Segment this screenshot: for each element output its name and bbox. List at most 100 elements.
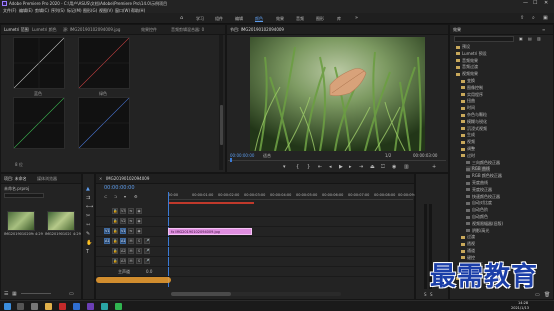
tab-media-browser[interactable]: 媒体浏览器 (37, 176, 57, 182)
extract-icon[interactable]: ⏍ (381, 164, 385, 170)
effects-tree-item[interactable]: 亮度校正器 (466, 187, 492, 193)
timeline-scroll-thumb[interactable] (171, 292, 231, 296)
tab-sequence[interactable]: IMG20190102094009 (106, 176, 149, 181)
fit-dropdown[interactable]: 适合 (263, 153, 271, 159)
effects-tree-item[interactable]: 快速颜色校正器 (466, 194, 500, 200)
mark-in-icon[interactable]: { (296, 164, 299, 170)
effects-tree-item[interactable]: Lumetri 预设 (456, 51, 487, 57)
effects-tree-item[interactable]: 视频 (461, 139, 475, 145)
mute-icon[interactable]: M (128, 238, 134, 244)
hand-tool-icon[interactable]: ✋ (86, 240, 92, 246)
effects-tree-item[interactable]: 阴影/高光 (466, 228, 489, 234)
slip-tool-icon[interactable]: ⇿ (86, 222, 90, 228)
task-view-icon[interactable] (31, 303, 38, 310)
share-icon[interactable]: ⇪ (520, 15, 524, 21)
effects-tree-item[interactable]: 杂色与颗粒 (461, 112, 487, 118)
track-lock-icon[interactable]: 🔒 (112, 208, 118, 214)
timeline-ruler[interactable]: 00:00 00:00:01:00 00:00:02:00 00:00:03:0… (168, 192, 419, 200)
mute-icon[interactable]: M (128, 258, 134, 264)
effects-tree-item[interactable]: 视频限幅器(旧版) (466, 221, 503, 227)
track-lock-icon[interactable]: 🔒 (112, 258, 118, 264)
effects-tree-item[interactable]: 过渡 (461, 234, 475, 240)
effects-tree-item[interactable]: 自动色阶 (466, 207, 488, 213)
ripple-edit-tool-icon[interactable]: ⟷ (86, 204, 93, 210)
workspace-color[interactable]: 颜色 (255, 16, 263, 22)
yuv-effects-icon[interactable]: ▥ (537, 36, 541, 41)
pen-tool-icon[interactable]: ✎ (86, 231, 90, 237)
voiceover-icon[interactable]: 🎤 (144, 248, 150, 254)
tab-program[interactable]: 节目: IMG20190102094009 (230, 27, 284, 33)
tab-lumetri-scopes[interactable]: Lumetri 范围 (4, 27, 29, 33)
effects-tree-item[interactable]: 图像控制 (461, 85, 483, 91)
voiceover-icon[interactable]: 🎤 (144, 238, 150, 244)
tab-effects[interactable]: 效果 (453, 27, 461, 33)
app-green-icon[interactable] (115, 303, 122, 310)
maximize-button[interactable]: ☐ (533, 0, 537, 6)
button-editor-icon[interactable]: + (432, 164, 436, 170)
new-bin-icon[interactable]: ▭ (535, 292, 540, 298)
toggle-output-icon[interactable]: ◉ (136, 218, 142, 224)
effects-tree-item[interactable]: 生成 (461, 132, 475, 138)
timeline-timecode[interactable]: 00:00:00:00 (104, 185, 135, 191)
mute-icon[interactable]: M (128, 248, 134, 254)
workspace-audio[interactable]: 音频 (296, 16, 304, 22)
effects-tree-item[interactable]: RGB 颜色校正器 (466, 173, 502, 179)
home-icon[interactable]: ⌂ (180, 15, 183, 21)
project-item-thumbnail[interactable] (7, 211, 35, 231)
sync-lock-icon[interactable]: ⇋ (128, 208, 134, 214)
app-blue-icon[interactable] (73, 303, 80, 310)
new-item-icon[interactable]: ▭ (69, 291, 74, 297)
effects-tree-item[interactable]: 实用程序 (461, 92, 483, 98)
effects-tree-item[interactable]: 调整 (461, 146, 475, 152)
program-playhead[interactable] (230, 158, 232, 162)
track-label[interactable]: A3 (120, 258, 126, 264)
voiceover-icon[interactable]: 🎤 (144, 258, 150, 264)
lift-icon[interactable]: ⏏ (370, 164, 375, 170)
effects-tree-item[interactable]: 音频过渡 (456, 64, 478, 70)
add-marker-timeline-icon[interactable]: ▾ (124, 194, 126, 199)
project-sequence-thumbnail[interactable] (47, 211, 75, 231)
track-lock-icon[interactable]: 🔒 (112, 218, 118, 224)
tab-effect-controls[interactable]: 效果控件 (141, 27, 157, 33)
app-teal-icon[interactable] (101, 303, 108, 310)
track-label[interactable]: A2 (120, 248, 126, 254)
effects-tree-item[interactable]: 透视 (461, 241, 475, 247)
solo-right-button[interactable]: S (430, 292, 433, 297)
snap-icon[interactable]: ⊂ (104, 194, 107, 199)
close-button[interactable]: ✕ (544, 0, 548, 6)
add-marker-icon[interactable]: ▾ (283, 164, 286, 170)
step-back-icon[interactable]: ◂ (329, 164, 332, 170)
solo-icon[interactable]: S (136, 258, 142, 264)
windows-start-icon[interactable] (4, 303, 11, 310)
tab-audio-mixer[interactable]: 音频剪辑混合器: 0 (171, 27, 204, 33)
effects-tree-item[interactable]: 三向颜色校正器 (466, 160, 500, 166)
effects-tree-item[interactable]: 扭曲 (461, 98, 475, 104)
32bit-effects-icon[interactable]: ▤ (528, 36, 532, 41)
accelerated-effects-icon[interactable]: ▣ (519, 36, 523, 41)
effects-tree-item[interactable]: 自动对比度 (466, 200, 492, 206)
effects-tree-item[interactable]: 预设 (456, 44, 470, 50)
track-lock-icon[interactable]: 🔒 (112, 238, 118, 244)
solo-left-button[interactable]: S (424, 292, 427, 297)
search-taskbar-icon[interactable] (17, 303, 24, 310)
source-patch-a1[interactable]: A1 (104, 238, 110, 244)
sync-lock-icon[interactable]: ⇋ (128, 228, 134, 234)
effects-tree-item[interactable]: 通道 (461, 248, 475, 254)
go-to-in-icon[interactable]: ⇤ (318, 164, 322, 170)
workspace-assembly[interactable]: 组件 (215, 16, 223, 22)
effects-tree-item[interactable]: 视频效果 (456, 71, 478, 77)
track-label[interactable]: V3 (120, 208, 126, 214)
go-to-out-icon[interactable]: ⇥ (359, 164, 363, 170)
taskbar-clock-date[interactable]: 2021/1/13 (511, 306, 529, 310)
effects-tree-item[interactable]: 模糊与锐化 (461, 119, 487, 125)
track-label[interactable]: V1 (120, 228, 126, 234)
linked-selection-icon[interactable]: ⊃ (114, 194, 117, 199)
effects-tree-item[interactable]: 音频效果 (456, 58, 478, 64)
track-lock-icon[interactable]: 🔒 (112, 228, 118, 234)
play-icon[interactable]: ▶ (339, 164, 343, 170)
workspace-effects[interactable]: 效果 (276, 16, 284, 22)
workspace-graphics[interactable]: 图形 (316, 16, 324, 22)
search-icon[interactable]: ⌕ (532, 15, 535, 21)
lumetri-scroll-thumb[interactable] (219, 105, 223, 145)
export-frame-icon[interactable]: ◉ (392, 164, 396, 170)
